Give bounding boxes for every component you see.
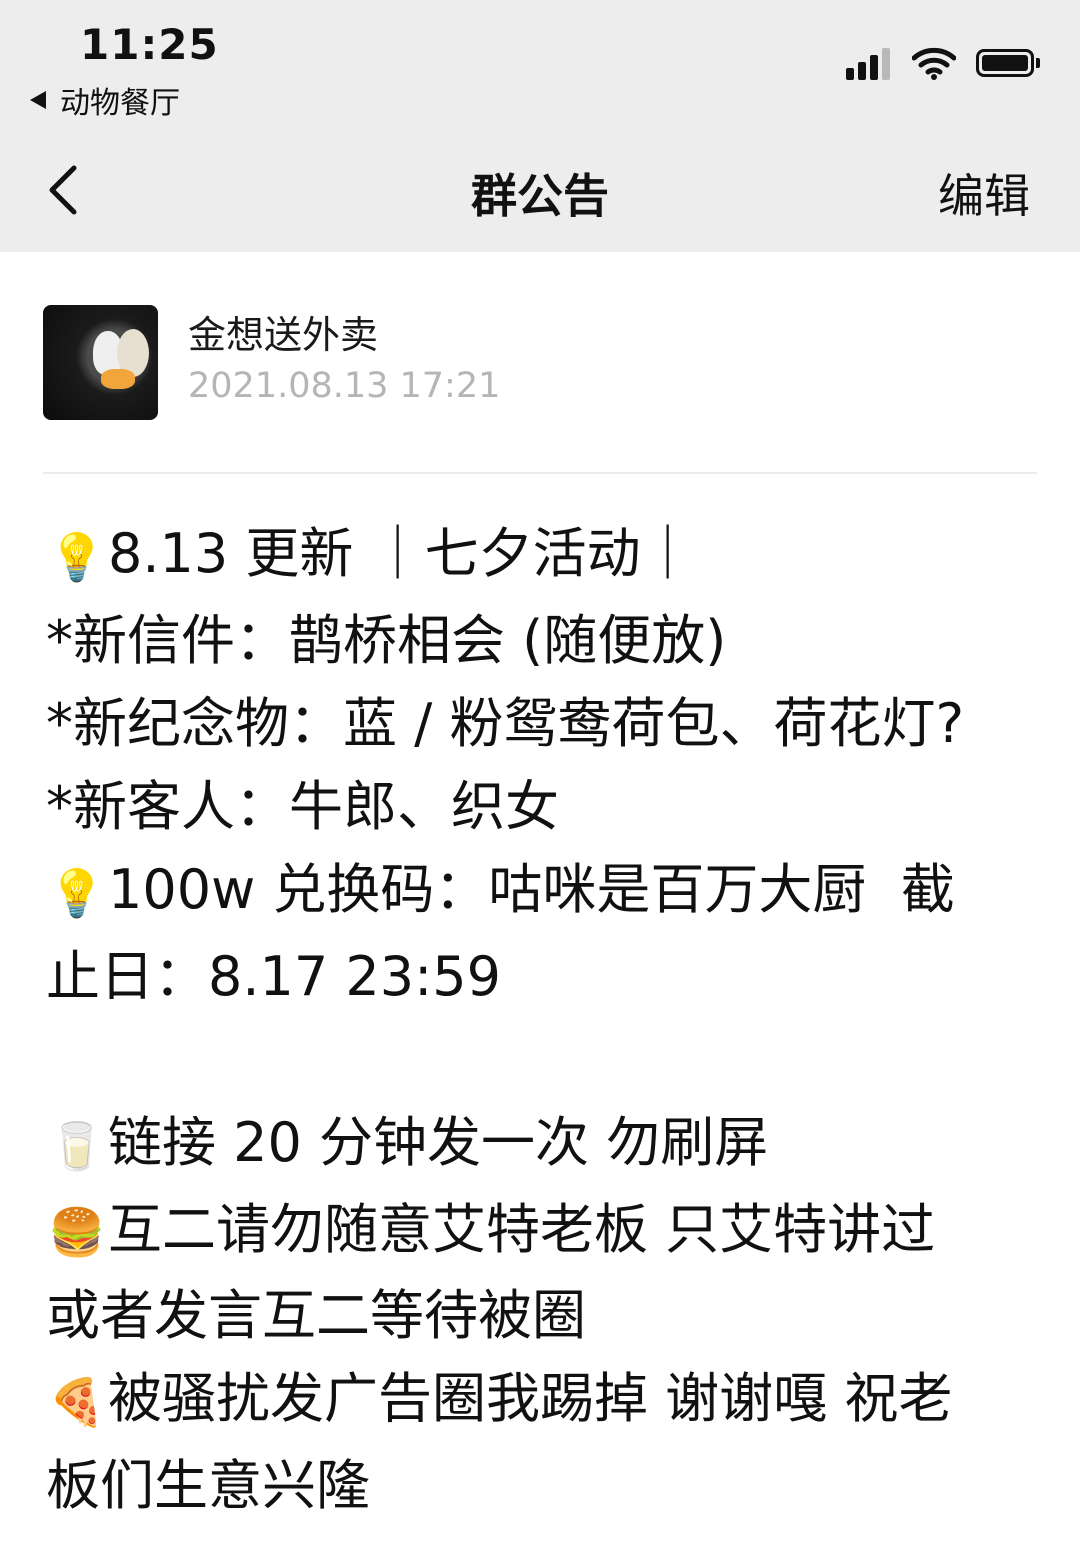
author-name: 金想送外卖: [188, 313, 379, 357]
announcement-line: 🍕被骚扰发广告圈我踢掉 谢谢嘎 祝老: [46, 1357, 1036, 1444]
back-triangle-icon: [30, 91, 46, 109]
author-info: 金想送外卖 2021.08.13 17:21: [188, 309, 500, 411]
post-datetime: 2021.08.13 17:21: [188, 366, 501, 406]
status-icons: [846, 46, 1040, 80]
edit-button[interactable]: 编辑: [938, 160, 1030, 226]
page-title: 群公告: [471, 169, 609, 223]
pizza-icon: 🍕: [48, 1375, 106, 1430]
announcement-line: 💡8.13 更新 ｜七夕活动｜: [46, 512, 1036, 599]
announcement-line: 止日：8.17 23:59: [46, 935, 1036, 1018]
announcement-line-text: *新信件：鹊桥相会 (随便放): [46, 608, 727, 672]
top-bar: 11:25 动物餐厅 群公告 编辑: [0, 0, 1080, 252]
announcement-line-text: 互二请勿随意艾特老板 只艾特讲过: [108, 1197, 936, 1261]
cellular-signal-icon: [846, 46, 894, 80]
avatar[interactable]: [43, 305, 158, 420]
back-to-app-link[interactable]: 动物餐厅: [30, 78, 180, 122]
announcement-line: *新纪念物：蓝 / 粉鸳鸯荷包、荷花灯?: [46, 682, 1036, 765]
announcement-body: 💡8.13 更新 ｜七夕活动｜ *新信件：鹊桥相会 (随便放) *新纪念物：蓝 / …: [46, 512, 1036, 1527]
milk-glass-icon: 🥛: [48, 1118, 106, 1173]
back-app-label: 动物餐厅: [60, 86, 180, 121]
lightbulb-icon: 💡: [48, 865, 106, 920]
lightbulb-icon: 💡: [48, 529, 106, 584]
burger-icon: 🍔: [48, 1205, 106, 1260]
announcement-line-text: *新客人：牛郎、织女: [46, 774, 559, 838]
announcement-line: 板们生意兴隆: [46, 1444, 1036, 1527]
announcement-line-text: 或者发言互二等待被圈: [46, 1284, 586, 1348]
announcement-line: [46, 1018, 1036, 1101]
status-time: 11:25: [80, 20, 219, 69]
announcement-line: 🍔互二请勿随意艾特老板 只艾特讲过: [46, 1188, 1036, 1275]
announcement-line-text: 8.13 更新 ｜七夕活动｜: [108, 522, 695, 585]
announcement-line: 💡100w 兑换码：咕咪是百万大厨 截: [46, 848, 1036, 935]
announcement-line: 🥛链接 20 分钟发一次 勿刷屏: [46, 1101, 1036, 1188]
battery-tip: [1036, 58, 1040, 68]
announcement-line: 或者发言互二等待被圈: [46, 1274, 1036, 1357]
divider: [43, 472, 1037, 474]
announcement-line-text: 链接 20 分钟发一次 勿刷屏: [108, 1110, 769, 1174]
announcement-line-text: 被骚扰发广告圈我踢掉 谢谢嘎 祝老: [108, 1367, 953, 1431]
wifi-icon: [912, 47, 956, 80]
battery-icon: [976, 49, 1034, 77]
announcement-line-text: 100w 兑换码：咕咪是百万大厨 截: [108, 857, 955, 921]
announcement-line-text: 止日：8.17 23:59: [46, 944, 502, 1008]
announcement-author: 金想送外卖 2021.08.13 17:21: [43, 305, 500, 420]
announcement-line-text: *新纪念物：蓝 / 粉鸳鸯荷包、荷花灯?: [46, 691, 965, 755]
announcement-line: *新客人：牛郎、织女: [46, 765, 1036, 848]
announcement-line: *新信件：鹊桥相会 (随便放): [46, 599, 1036, 682]
announcement-line-text: 板们生意兴隆: [46, 1454, 370, 1518]
